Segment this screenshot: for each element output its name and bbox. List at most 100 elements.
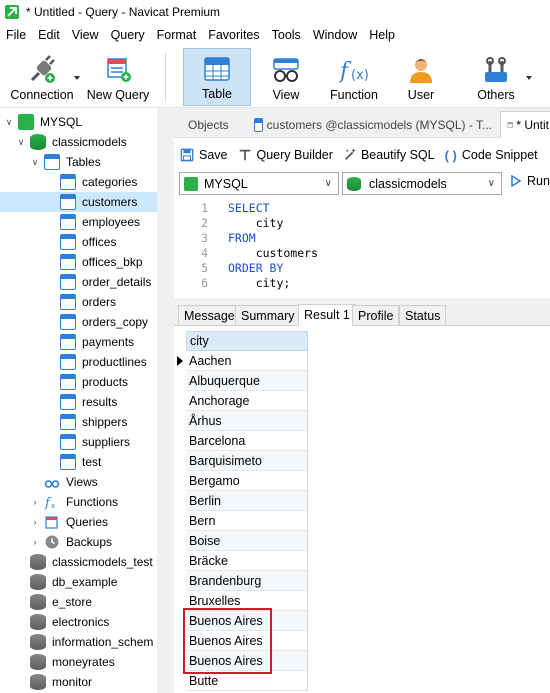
tree-tables-folder[interactable]: ∨ Tables bbox=[0, 152, 157, 172]
tree-table-item[interactable]: payments bbox=[0, 332, 157, 352]
tab-summary[interactable]: Summary bbox=[235, 305, 301, 326]
grid-cell-city[interactable]: Berlin bbox=[186, 491, 308, 511]
new-query-button[interactable]: New Query bbox=[86, 48, 150, 106]
tree-queries[interactable]: › Queries bbox=[0, 512, 157, 532]
menu-window[interactable]: Window bbox=[307, 28, 363, 42]
grid-cell-city[interactable]: Aachen bbox=[186, 351, 308, 371]
editor-line[interactable]: 1 SELECT bbox=[174, 201, 550, 216]
expand-chevron-icon[interactable]: › bbox=[30, 497, 40, 507]
tab-result-1[interactable]: Result 1 bbox=[298, 304, 356, 326]
code-snippet-button[interactable]: ( ) Code Snippet bbox=[445, 148, 538, 163]
expand-chevron-icon[interactable]: › bbox=[30, 517, 40, 527]
tree-database-item[interactable]: electronics bbox=[0, 612, 157, 632]
tree-database-item[interactable]: e_store bbox=[0, 592, 157, 612]
tree-table-item[interactable]: suppliers bbox=[0, 432, 157, 452]
menu-view[interactable]: View bbox=[66, 28, 105, 42]
tab-customers-table[interactable]: customers @classicmodels (MYSQL) - T... bbox=[248, 111, 498, 138]
grid-cell-city[interactable]: Bergamo bbox=[186, 471, 308, 491]
grid-cell-city[interactable]: Butte bbox=[186, 671, 308, 691]
connection-select[interactable]: MYSQL ∨ bbox=[179, 172, 339, 195]
tree-table-item[interactable]: orders_copy bbox=[0, 312, 157, 332]
collapse-chevron-icon[interactable]: ∨ bbox=[30, 157, 40, 168]
menu-tools[interactable]: Tools bbox=[266, 28, 307, 42]
column-header-city[interactable]: city bbox=[186, 331, 308, 351]
menu-query[interactable]: Query bbox=[105, 28, 151, 42]
tab-objects[interactable]: Objects bbox=[182, 111, 248, 138]
tree-database-item[interactable]: moneyrates bbox=[0, 652, 157, 672]
menu-edit[interactable]: Edit bbox=[32, 28, 66, 42]
tree-table-item[interactable]: offices bbox=[0, 232, 157, 252]
tree-table-item[interactable]: results bbox=[0, 392, 157, 412]
editor-line[interactable]: 4 customers bbox=[174, 246, 550, 261]
tree-table-item[interactable]: order_details bbox=[0, 272, 157, 292]
grid-cell-city[interactable]: Barquisimeto bbox=[186, 451, 308, 471]
editor-line[interactable]: 2 city bbox=[174, 216, 550, 231]
tree-scrollbar[interactable] bbox=[157, 108, 174, 693]
connection-button[interactable]: Connection bbox=[6, 48, 78, 106]
grid-cell-city[interactable]: Anchorage bbox=[186, 391, 308, 411]
tree-database-item[interactable]: classicmodels_test bbox=[0, 552, 157, 572]
tree-table-item[interactable]: categories bbox=[0, 172, 157, 192]
others-dropdown-icon[interactable] bbox=[526, 76, 532, 80]
tree-table-item[interactable]: customers bbox=[0, 192, 157, 212]
tree-label: products bbox=[82, 375, 129, 389]
run-label: Run bbox=[527, 174, 550, 188]
grid-cell-city[interactable]: Århus bbox=[186, 411, 308, 431]
grid-cell-city[interactable]: Barcelona bbox=[186, 431, 308, 451]
query-builder-button[interactable]: Query Builder bbox=[238, 148, 333, 162]
menu-help[interactable]: Help bbox=[363, 28, 401, 42]
beautify-sql-button[interactable]: Beautify SQL bbox=[343, 148, 435, 162]
editor-line[interactable]: 3 FROM bbox=[174, 231, 550, 246]
tree-database-classicmodels[interactable]: ∨ classicmodels bbox=[0, 132, 157, 152]
tree-table-item[interactable]: orders bbox=[0, 292, 157, 312]
collapse-chevron-icon[interactable]: ∨ bbox=[16, 137, 26, 148]
tree-functions[interactable]: › f x Functions bbox=[0, 492, 157, 512]
menu-favorites[interactable]: Favorites bbox=[202, 28, 265, 42]
database-select[interactable]: classicmodels ∨ bbox=[342, 172, 502, 195]
menu-format[interactable]: Format bbox=[151, 28, 203, 42]
editor-line[interactable]: 5 ORDER BY bbox=[174, 261, 550, 276]
table-icon bbox=[60, 354, 76, 370]
tree-backups[interactable]: › Backups bbox=[0, 532, 157, 552]
run-button[interactable]: Run bbox=[510, 174, 550, 188]
tree-label: productlines bbox=[82, 355, 147, 369]
editor-line[interactable]: 6 city; bbox=[174, 276, 550, 291]
grid-cell-city[interactable]: Bräcke bbox=[186, 551, 308, 571]
queries-icon bbox=[45, 516, 58, 529]
current-row-pointer-icon bbox=[177, 356, 183, 366]
tab-message[interactable]: Message bbox=[178, 305, 241, 326]
connection-dropdown-icon[interactable] bbox=[74, 76, 80, 80]
sql-editor[interactable]: 1 SELECT 2 city 3 FROM 4 customers 5 ORDER BY 6 … bbox=[174, 198, 550, 298]
view-button[interactable]: View bbox=[256, 48, 316, 106]
table-button[interactable]: Table bbox=[183, 48, 251, 106]
grid-cell-city[interactable]: Albuquerque bbox=[186, 371, 308, 391]
tree-connection-mysql[interactable]: ∨ MYSQL bbox=[0, 112, 157, 132]
svg-text:x: x bbox=[51, 502, 55, 510]
tab-untitled-query[interactable]: * Untit bbox=[500, 111, 550, 138]
tree-database-item[interactable]: information_schem bbox=[0, 632, 157, 652]
tree-label: orders bbox=[82, 295, 117, 309]
grid-cell-city[interactable]: Bern bbox=[186, 511, 308, 531]
grid-cell-city[interactable]: Brandenburg bbox=[186, 571, 308, 591]
expand-chevron-icon[interactable]: › bbox=[30, 537, 40, 547]
menu-file[interactable]: File bbox=[0, 28, 32, 42]
others-button[interactable]: Others bbox=[470, 48, 522, 106]
tree-table-item[interactable]: offices_bkp bbox=[0, 252, 157, 272]
tab-profile[interactable]: Profile bbox=[352, 305, 400, 326]
tree-table-item[interactable]: test bbox=[0, 452, 157, 472]
svg-text:(x): (x) bbox=[351, 68, 369, 83]
tree-database-item[interactable]: monitor bbox=[0, 672, 157, 692]
tree-table-item[interactable]: productlines bbox=[0, 352, 157, 372]
tab-label: Profile bbox=[358, 308, 394, 323]
tree-table-item[interactable]: products bbox=[0, 372, 157, 392]
tree-database-item[interactable]: db_example bbox=[0, 572, 157, 592]
user-button[interactable]: User bbox=[392, 48, 450, 106]
tree-table-item[interactable]: employees bbox=[0, 212, 157, 232]
save-button[interactable]: Save bbox=[180, 148, 228, 162]
tab-status[interactable]: Status bbox=[399, 305, 447, 326]
collapse-chevron-icon[interactable]: ∨ bbox=[4, 117, 14, 128]
function-button[interactable]: f (x) Function bbox=[322, 48, 386, 106]
tree-table-item[interactable]: shippers bbox=[0, 412, 157, 432]
tree-views[interactable]: Views bbox=[0, 472, 157, 492]
grid-cell-city[interactable]: Boise bbox=[186, 531, 308, 551]
